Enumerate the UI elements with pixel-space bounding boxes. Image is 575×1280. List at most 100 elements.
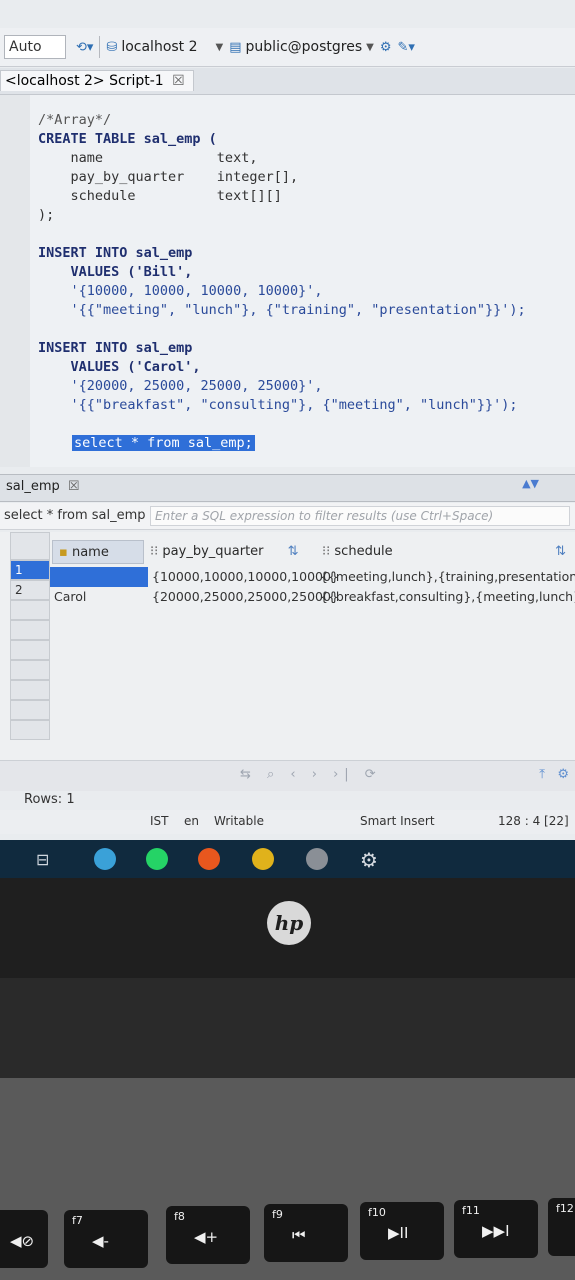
code-line[interactable]: '{10000, 10000, 10000, 10000}', <box>38 282 526 301</box>
key-label: f10 <box>368 1206 386 1219</box>
row-number-empty <box>10 640 50 660</box>
results-tab-bar: sal_emp ☒ ▲▼ <box>0 474 575 502</box>
code-line[interactable]: '{20000, 25000, 25000, 25000}', <box>38 377 526 396</box>
volume-up-icon: ◀+ <box>194 1228 219 1246</box>
row-number-empty <box>10 600 50 620</box>
status-mode: Writable <box>214 814 264 828</box>
chrome-icon[interactable] <box>252 848 274 870</box>
column-header-name[interactable]: ▪ name <box>52 540 144 564</box>
brand-logo: hp <box>267 901 311 945</box>
sort-icon[interactable]: ⇅ <box>288 544 299 559</box>
cell-name[interactable]: Carol <box>54 587 86 607</box>
column-label: schedule <box>334 544 393 559</box>
status-insert-mode: Smart Insert <box>360 814 435 828</box>
database-icon: ⛁ <box>106 39 118 55</box>
key-f9: f9 ⏮ <box>264 1204 348 1262</box>
code-line[interactable] <box>38 415 526 434</box>
previous-track-icon: ⏮ <box>292 1226 306 1244</box>
close-icon[interactable]: ☒ <box>172 73 185 89</box>
query-label: select * from sal_emp <box>4 508 146 523</box>
code-line[interactable] <box>38 225 526 244</box>
code-line[interactable]: INSERT INTO sal_emp <box>38 339 526 358</box>
code-line[interactable]: '{{"meeting", "lunch"}, {"training", "pr… <box>38 301 526 320</box>
main-toolbar: Auto ⟲▾ ⛁ localhost 2 ▼ ▤ public@postgre… <box>0 28 575 67</box>
row-number-empty <box>10 620 50 640</box>
schema-label: public@postgres <box>245 39 363 55</box>
code-line[interactable]: VALUES ('Carol', <box>38 358 526 377</box>
row-number[interactable]: 1 <box>10 560 50 580</box>
firefox-icon[interactable] <box>198 848 220 870</box>
whatsapp-icon[interactable] <box>146 848 168 870</box>
cell-schedule[interactable]: {{breakfast,consulting},{meeting,lunch}} <box>320 587 575 607</box>
selected-cell[interactable] <box>50 567 148 587</box>
dbeaver-window: Auto ⟲▾ ⛁ localhost 2 ▼ ▤ public@postgre… <box>0 0 575 840</box>
cell-pay-by-quarter[interactable]: {10000,10000,10000,10000} <box>152 567 339 587</box>
dbeaver-icon[interactable] <box>306 848 328 870</box>
chevron-down-icon: ▼ <box>215 41 224 53</box>
volume-down-icon: ◀- <box>92 1232 109 1250</box>
tab-script-1[interactable]: <localhost 2> Script-1 ☒ <box>0 70 194 91</box>
laptop-bezel: hp <box>0 878 575 978</box>
schema-selector[interactable]: ▤ public@postgres ▼ <box>229 39 374 55</box>
column-label: name <box>71 545 109 560</box>
cell-schedule[interactable]: {{meeting,lunch},{training,presentation}… <box>320 567 575 587</box>
close-icon[interactable]: ☒ <box>68 479 80 494</box>
toolbar-separator <box>99 36 101 58</box>
gear-icon[interactable]: ⚙ <box>360 848 378 872</box>
code-line[interactable]: /*Array*/ <box>38 111 526 130</box>
connection-label: localhost 2 <box>121 39 198 55</box>
sort-icon[interactable]: ⇅ <box>555 540 566 564</box>
key-label: f12 <box>556 1202 574 1215</box>
filter-input[interactable]: Enter a SQL expression to filter results… <box>150 506 570 526</box>
code-line[interactable]: ); <box>38 206 526 225</box>
mute-key: ◀⊘ <box>0 1210 48 1268</box>
key-f10: f10 ▶II <box>360 1202 444 1260</box>
column-header-pay-by-quarter[interactable]: ⁝⁝ pay_by_quarter ⇅ <box>150 540 316 564</box>
code-line[interactable]: CREATE TABLE sal_emp ( <box>38 130 526 149</box>
play-pause-icon: ▶II <box>388 1224 409 1242</box>
corner-cell <box>10 532 50 560</box>
gear-icon[interactable]: ⚙ <box>557 767 569 782</box>
column-label: pay_by_quarter <box>162 544 264 559</box>
row-number[interactable]: 2 <box>10 580 50 600</box>
row-number-empty <box>10 660 50 680</box>
key-label: f11 <box>462 1204 480 1217</box>
transaction-mode-select[interactable]: Auto <box>4 35 66 59</box>
refresh-icon[interactable]: ⤒ <box>539 767 545 782</box>
next-track-icon: ▶▶I <box>482 1222 510 1240</box>
navigation-icons[interactable]: ⇆ ⌕ ‹ › ›| ⟳ <box>240 767 382 782</box>
results-navigation-bar: ⇆ ⌕ ‹ › ›| ⟳ ⤒ ⚙ <box>0 760 575 791</box>
tools-icon[interactable]: ✎▾ <box>398 40 415 55</box>
selected-statement[interactable]: select * from sal_emp; <box>72 434 526 453</box>
results-tab-label: sal_emp <box>6 479 60 494</box>
code-line[interactable]: '{{"breakfast", "consulting"}, {"meeting… <box>38 396 526 415</box>
filter-bar: select * from sal_emp Enter a SQL expres… <box>0 503 575 530</box>
maximize-icon[interactable]: ▲▼ <box>522 477 539 490</box>
code-line[interactable]: schedule text[][] <box>38 187 526 206</box>
results-tab[interactable]: sal_emp ☒ <box>6 479 80 494</box>
code-line[interactable]: INSERT INTO sal_emp <box>38 244 526 263</box>
sql-code[interactable]: /*Array*/CREATE TABLE sal_emp ( name tex… <box>38 111 526 453</box>
code-line[interactable] <box>38 320 526 339</box>
code-line[interactable]: name text, <box>38 149 526 168</box>
row-number-empty <box>10 680 50 700</box>
history-icon[interactable]: ⟲▾ <box>76 40 93 55</box>
task-view-icon[interactable]: ⊟ <box>36 850 49 869</box>
row-number-empty <box>10 720 50 740</box>
key-label: f7 <box>72 1214 83 1227</box>
cell-pay-by-quarter[interactable]: {20000,25000,25000,25000} <box>152 587 339 607</box>
status-bar: IST en Writable Smart Insert 128 : 4 [22… <box>0 810 575 834</box>
rows-count: Rows: 1 <box>24 792 75 807</box>
store-icon[interactable] <box>94 848 116 870</box>
sql-editor[interactable]: /*Array*/CREATE TABLE sal_emp ( name tex… <box>0 95 575 467</box>
column-header-schedule[interactable]: ⁝⁝ schedule ⇅ <box>322 540 572 564</box>
row-number-column: 1 2 <box>10 532 50 740</box>
code-line[interactable]: VALUES ('Bill', <box>38 263 526 282</box>
code-line[interactable]: pay_by_quarter integer[], <box>38 168 526 187</box>
key-f11: f11 ▶▶I <box>454 1200 538 1258</box>
connection-selector[interactable]: ⛁ localhost 2 ▼ <box>106 39 223 55</box>
os-taskbar: ⊟ ⚙ <box>0 840 575 878</box>
key-f7: f7 ◀- <box>64 1210 148 1268</box>
selection-highlight[interactable]: select * from sal_emp; <box>72 435 255 451</box>
settings-icon[interactable]: ⚙ <box>380 40 392 55</box>
